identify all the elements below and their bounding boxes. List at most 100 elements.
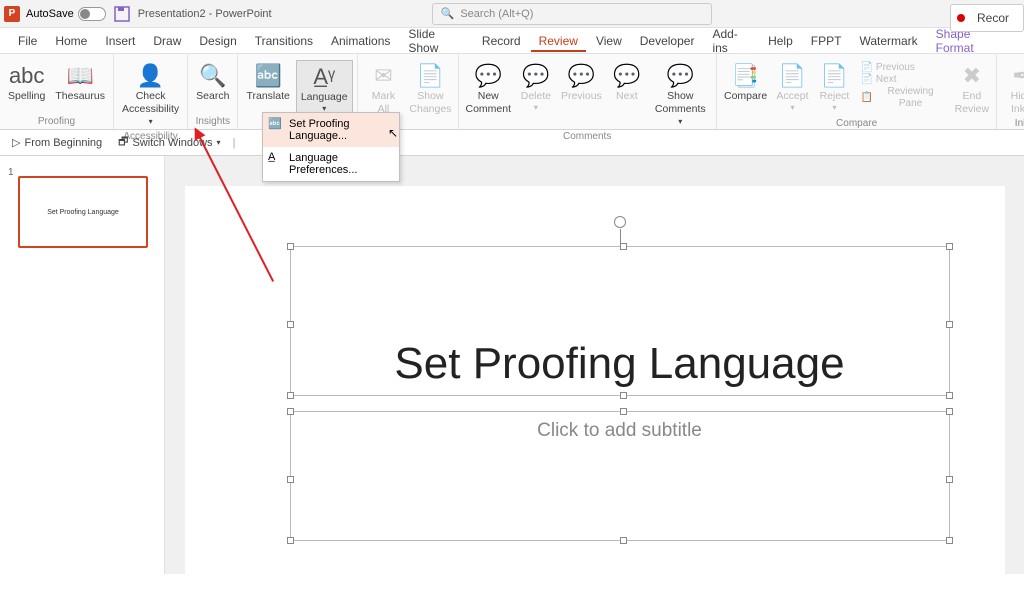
next-change-icon: 📄 (860, 74, 872, 86)
thesaurus-button[interactable]: 📖Thesaurus (51, 60, 109, 105)
menu-design[interactable]: Design (191, 30, 244, 52)
record-button[interactable]: Recor (950, 4, 1024, 32)
show-comments-button[interactable]: 💬ShowComments ▾ (649, 60, 712, 130)
resize-handle[interactable] (946, 476, 953, 483)
slide: Set Proofing Language Click to add subti… (185, 186, 1005, 616)
show-changes-button: 📄ShowChanges (407, 60, 453, 117)
cursor-icon: ↖ (388, 126, 398, 140)
windows-icon: 🗗 (118, 133, 128, 152)
resize-handle[interactable] (287, 321, 294, 328)
subtitle-placeholder[interactable]: Click to add subtitle (290, 411, 950, 541)
accept-icon: 📄 (779, 62, 806, 90)
slide-thumbnails: 1 Set Proofing Language (0, 156, 165, 574)
accessibility-button[interactable]: 👤CheckAccessibility ▾ (118, 60, 183, 130)
previous-change-icon: 📄 (860, 62, 872, 74)
group-label-compare: Compare (836, 117, 877, 131)
resize-handle[interactable] (287, 392, 294, 399)
resize-handle[interactable] (287, 476, 294, 483)
resize-handle[interactable] (946, 321, 953, 328)
slide-thumbnail-1[interactable]: Set Proofing Language (18, 176, 148, 248)
menu-watermark[interactable]: Watermark (851, 30, 925, 52)
language-button[interactable]: A̲ᵞLanguage▾ (296, 60, 353, 116)
hide-ink-icon: ✒ (1012, 62, 1024, 90)
language-icon: A̲ᵞ (313, 63, 335, 91)
menu-home[interactable]: Home (47, 30, 95, 52)
delete-comment-icon: 💬 (522, 62, 549, 90)
group-ink: ✒HideInk ▾ Ink (997, 54, 1024, 129)
menu-view[interactable]: View (588, 30, 630, 52)
menu-review[interactable]: Review (531, 30, 586, 52)
group-insights: 🔍Search Insights (188, 54, 238, 129)
autosave-toggle[interactable] (78, 7, 106, 21)
search-icon: 🔍 (441, 7, 455, 20)
play-icon: ▷ (12, 136, 20, 149)
resize-handle[interactable] (620, 408, 627, 415)
search-placeholder: Search (Alt+Q) (460, 8, 533, 20)
compare-nav: 📄Previous 📄Next 📋Reviewing Pane (856, 60, 949, 112)
menu-record[interactable]: Record (474, 30, 529, 52)
accessibility-icon: 👤 (137, 62, 164, 90)
menu-animations[interactable]: Animations (323, 30, 398, 52)
resize-handle[interactable] (620, 243, 627, 250)
resize-handle[interactable] (620, 537, 627, 544)
title-placeholder[interactable]: Set Proofing Language (290, 246, 950, 396)
resize-handle[interactable] (946, 392, 953, 399)
hide-ink-button: ✒HideInk ▾ (1001, 60, 1024, 117)
quick-bar: ▷From Beginning 🗗Switch Windows▾ | (0, 130, 1024, 156)
resize-handle[interactable] (946, 408, 953, 415)
autosave-label: AutoSave (26, 8, 74, 20)
resize-handle[interactable] (287, 243, 294, 250)
compare-icon: 📑 (732, 62, 759, 90)
group-label-proofing: Proofing (38, 115, 75, 129)
group-comments: 💬NewComment 💬Delete▾ 💬Previous 💬Next 💬Sh… (459, 54, 717, 129)
search-button[interactable]: 🔍Search (192, 60, 233, 105)
ribbon: abcSpelling 📖Thesaurus Proofing 👤CheckAc… (0, 54, 1024, 130)
new-comment-button[interactable]: 💬NewComment (463, 60, 514, 117)
resize-handle[interactable] (287, 408, 294, 415)
menu-file[interactable]: File (10, 30, 45, 52)
slide-subtitle-text[interactable]: Click to add subtitle (537, 420, 702, 441)
menu-bar: File Home Insert Draw Design Transitions… (0, 28, 1024, 54)
delete-comment-button: 💬Delete▾ (516, 60, 556, 114)
translate-button[interactable]: 🔤Translate (242, 60, 293, 105)
reject-button: 📄Reject▾ (814, 60, 854, 114)
menu-draw[interactable]: Draw (145, 30, 189, 52)
menu-help[interactable]: Help (760, 30, 801, 52)
menu-transitions[interactable]: Transitions (247, 30, 321, 52)
proofing-lang-icon: 🔤 (268, 117, 282, 130)
previous-comment-icon: 💬 (568, 62, 595, 90)
resize-handle[interactable] (620, 392, 627, 399)
show-changes-icon: 📄 (417, 62, 444, 90)
save-icon[interactable] (114, 6, 130, 22)
chevron-down-icon: ▾ (217, 138, 221, 147)
reject-icon: 📄 (821, 62, 848, 90)
group-label-comments: Comments (563, 130, 611, 144)
slide-canvas[interactable]: Set Proofing Language Click to add subti… (165, 156, 1024, 574)
lang-pref-icon: A̲ (268, 151, 275, 163)
menu-set-proofing-language[interactable]: 🔤Set Proofing Language... (263, 113, 399, 147)
new-comment-icon: 💬 (475, 62, 502, 90)
next-comment-button: 💬Next (607, 60, 647, 105)
search-input[interactable]: 🔍 Search (Alt+Q) (432, 3, 712, 25)
show-comments-icon: 💬 (667, 62, 694, 90)
menu-insert[interactable]: Insert (97, 30, 143, 52)
resize-handle[interactable] (287, 537, 294, 544)
from-beginning-button[interactable]: ▷From Beginning (8, 134, 106, 151)
menu-language-preferences[interactable]: A̲Language Preferences... (263, 147, 399, 181)
document-title: Presentation2 - PowerPoint (138, 8, 272, 20)
search-ribbon-icon: 🔍 (199, 62, 226, 90)
reviewing-pane-icon: 📋 (860, 92, 872, 104)
menu-fppt[interactable]: FPPT (803, 30, 850, 52)
language-dropdown: 🔤Set Proofing Language... A̲Language Pre… (262, 112, 400, 182)
slide-title-text[interactable]: Set Proofing Language (394, 339, 844, 395)
resize-handle[interactable] (946, 537, 953, 544)
end-review-button: ✖EndReview (951, 60, 992, 117)
resize-handle[interactable] (946, 243, 953, 250)
menu-developer[interactable]: Developer (632, 30, 703, 52)
compare-button[interactable]: 📑Compare (721, 60, 771, 105)
mark-all-icon: ✉ (374, 62, 392, 90)
thumb-number: 1 (8, 167, 14, 178)
rotation-handle[interactable] (614, 216, 626, 228)
thesaurus-icon: 📖 (66, 62, 93, 90)
spelling-button[interactable]: abcSpelling (4, 60, 49, 105)
